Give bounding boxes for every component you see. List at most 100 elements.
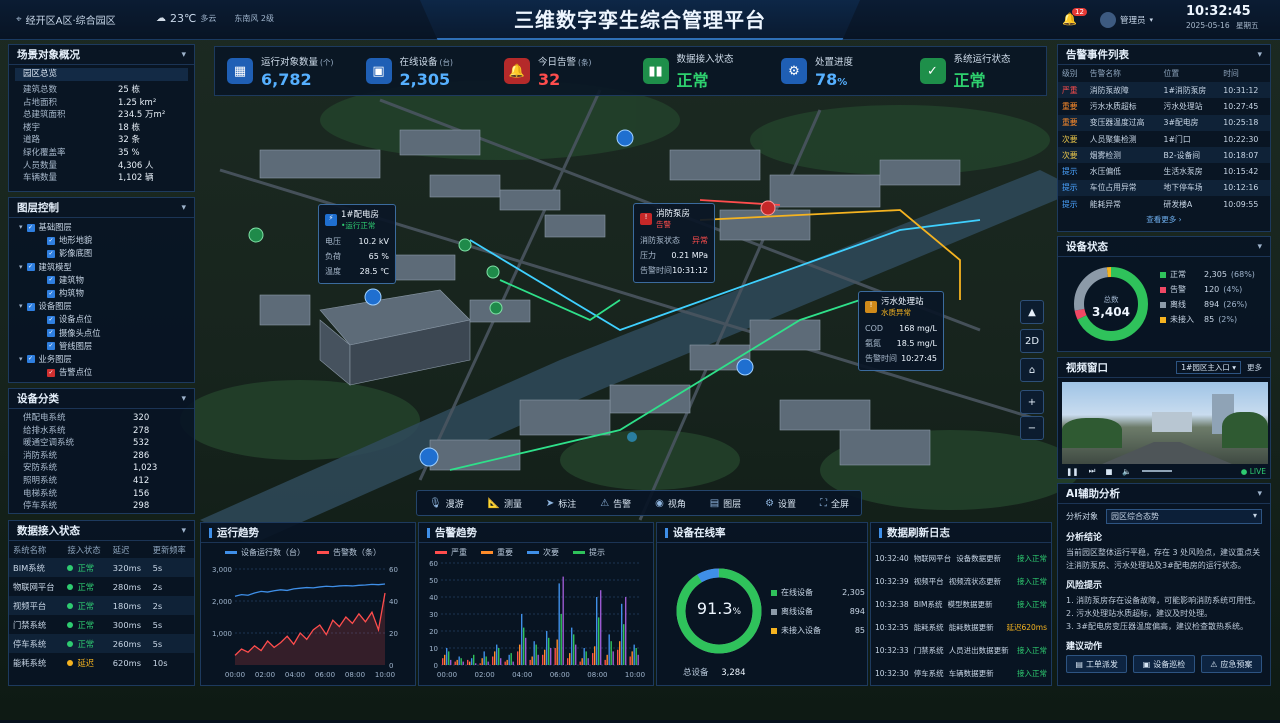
ai-target-select[interactable]: 园区综合态势 ▾: [1106, 509, 1262, 524]
layer-checkbox[interactable]: ✓: [47, 236, 55, 245]
stat-card[interactable]: 🔔 今日告警 (条) 32: [492, 47, 631, 95]
notification-button[interactable]: 🔔 12: [1062, 8, 1087, 26]
layer-item[interactable]: ✓ 告警点位: [19, 366, 194, 379]
popup-fire-pump[interactable]: ! 消防泵房 告警 消防泵状态 异常 压力 0.21 MPa 告警时间 10:31:12: [633, 203, 715, 283]
chevron-down-icon[interactable]: ▾: [181, 526, 186, 536]
next-icon[interactable]: ⏭: [1089, 466, 1096, 476]
table-row[interactable]: 提示 能耗异常 研发楼A 10:09:55: [1058, 196, 1270, 212]
device-class-row[interactable]: 暖通空调系统 532: [9, 437, 194, 450]
device-status-header[interactable]: 设备状态 ▾: [1058, 237, 1270, 257]
overview-header[interactable]: 场景对象概况 ▾: [9, 45, 194, 65]
table-row[interactable]: 重要 污水水质超标 污水处理站 10:27:45: [1058, 98, 1270, 114]
stat-card[interactable]: ⚙ 处置进度 78%: [769, 47, 908, 95]
layer-item[interactable]: ▾ ✓ 基础图层: [19, 221, 194, 234]
table-row[interactable]: 严重 消防泵故障 1#消防泵房 10:31:12: [1058, 82, 1270, 99]
device-class-row[interactable]: 安防系统 1,023: [9, 462, 194, 475]
toolbar-gear-button[interactable]: ⚙ 设置: [765, 497, 796, 510]
layer-checkbox[interactable]: ✓: [47, 342, 55, 351]
tree-toggle-icon[interactable]: ▾: [19, 261, 23, 274]
chevron-down-icon[interactable]: ▾: [181, 394, 186, 404]
stat-card[interactable]: ▮▮ 数据接入状态 正常: [631, 47, 770, 95]
toolbar-mic-button[interactable]: 🎙 漫游: [429, 497, 464, 510]
table-row[interactable]: BIM系统 正常 320ms 5s: [9, 558, 194, 577]
layer-item[interactable]: ✓ 管线图层: [19, 340, 194, 353]
layer-item[interactable]: ▾ ✓ 建筑模型: [19, 261, 194, 274]
device-class-row[interactable]: 电梯系统 156: [9, 488, 194, 501]
tree-toggle-icon[interactable]: ▾: [19, 300, 23, 313]
pause-icon[interactable]: ❚❚: [1066, 467, 1079, 476]
chevron-down-icon[interactable]: ▾: [181, 203, 186, 213]
layer-checkbox[interactable]: ✓: [26, 355, 35, 364]
layer-checkbox[interactable]: ✓: [47, 315, 55, 324]
device-class-header[interactable]: 设备分类 ▾: [9, 389, 194, 409]
device-class-row[interactable]: 消防系统 286: [9, 450, 194, 463]
toolbar-fullscreen-button[interactable]: ⛶ 全屏: [820, 497, 849, 510]
user-menu[interactable]: 管理员 ▾: [1100, 12, 1153, 28]
2d-toggle-button[interactable]: 2D: [1020, 329, 1044, 353]
data-access-header[interactable]: 数据接入状态 ▾: [9, 521, 194, 541]
zoom-in-button[interactable]: +: [1020, 390, 1044, 414]
table-row[interactable]: 提示 车位占用异常 地下停车场 10:12:16: [1058, 179, 1270, 197]
popup-sewage-station[interactable]: ! 污水处理站 水质异常 COD 168 mg/L 氨氮 18.5 mg/L 告警时间 1…: [858, 291, 944, 371]
camera-select[interactable]: 1#园区主入口 ▾: [1176, 361, 1241, 374]
table-row[interactable]: 次要 烟雾检测 B2-设备间 10:18:07: [1058, 147, 1270, 164]
table-row[interactable]: 视频平台 正常 180ms 2s: [9, 596, 194, 615]
device-class-row[interactable]: 给排水系统 278: [9, 425, 194, 438]
zoom-out-button[interactable]: −: [1020, 416, 1044, 440]
ai-header[interactable]: AI辅助分析 ▾: [1058, 484, 1270, 504]
toolbar-send-button[interactable]: ➤ 标注: [546, 497, 576, 510]
volume-icon[interactable]: 🔈: [1122, 467, 1131, 476]
toolbar-warning-button[interactable]: ⚠ 告警: [600, 497, 631, 510]
compass-button[interactable]: ▲: [1020, 300, 1044, 324]
toolbar-eye-button[interactable]: ◉ 视角: [655, 497, 686, 510]
layer-item[interactable]: ✓ 构筑物: [19, 287, 194, 300]
layer-item[interactable]: ✓ 地形地貌: [19, 234, 194, 247]
layer-item[interactable]: ▾ ✓ 业务图层: [19, 353, 194, 366]
table-row[interactable]: 提示 水压偏低 生活水泵房 10:15:42: [1058, 163, 1270, 179]
chevron-down-icon[interactable]: ▾: [1257, 489, 1262, 499]
table-row[interactable]: 停车系统 正常 260ms 5s: [9, 634, 194, 653]
layer-checkbox[interactable]: ✓: [47, 329, 55, 338]
location-selector[interactable]: ⌖ 经开区A区·综合园区: [16, 12, 116, 27]
stat-card[interactable]: ▣ 在线设备 (台) 2,305: [354, 47, 493, 95]
layer-item[interactable]: ✓ 建筑物: [19, 274, 194, 287]
tree-toggle-icon[interactable]: ▾: [19, 221, 23, 234]
toolbar-ruler-button[interactable]: 📐 测量: [488, 497, 522, 510]
layer-control-header[interactable]: 图层控制 ▾: [9, 198, 194, 218]
ai-action-button[interactable]: ▤ 工单派发: [1066, 655, 1128, 673]
layer-checkbox[interactable]: ✓: [26, 223, 35, 232]
layer-item[interactable]: ✓ 设备点位: [19, 313, 194, 326]
chevron-down-icon[interactable]: ▾: [181, 50, 186, 60]
video-feed[interactable]: [1062, 382, 1268, 464]
ai-action-button[interactable]: ⚠ 应急预案: [1200, 655, 1262, 673]
stat-card[interactable]: ▦ 运行对象数量 (个) 6,782: [215, 47, 354, 95]
layer-checkbox[interactable]: ✓: [47, 276, 55, 285]
volume-slider[interactable]: [1141, 470, 1172, 472]
chevron-down-icon[interactable]: ▾: [1257, 50, 1262, 60]
layer-checkbox[interactable]: ✓: [47, 289, 55, 298]
device-class-row[interactable]: 供配电系统 320: [9, 412, 194, 425]
home-button[interactable]: ⌂: [1020, 358, 1044, 382]
video-more-link[interactable]: 更多: [1247, 362, 1262, 373]
layer-item[interactable]: ✓ 摄像头点位: [19, 327, 194, 340]
layer-checkbox[interactable]: ✓: [26, 302, 35, 311]
toolbar-layers-button[interactable]: ▤ 图层: [710, 497, 741, 510]
layer-item[interactable]: ✓ 影像底图: [19, 247, 194, 260]
popup-power-room[interactable]: ⚡ 1#配电房 •运行正常 电压 10.2 kV 负荷 65 % 温度 28.5 ℃: [318, 204, 396, 284]
stat-card[interactable]: ✓ 系统运行状态 正常: [908, 47, 1047, 95]
ai-action-button[interactable]: ▣ 设备巡检: [1133, 655, 1195, 673]
layer-item[interactable]: ▾ ✓ 设备图层: [19, 300, 194, 313]
alarm-more-link[interactable]: 查看更多 ›: [1058, 214, 1270, 225]
table-row[interactable]: 门禁系统 正常 300ms 5s: [9, 615, 194, 634]
layer-checkbox[interactable]: ✓: [47, 249, 55, 258]
layer-checkbox[interactable]: ✓: [47, 368, 55, 377]
chevron-down-icon[interactable]: ▾: [1257, 242, 1262, 252]
layer-checkbox[interactable]: ✓: [26, 263, 35, 272]
table-row[interactable]: 能耗系统 延迟 620ms 10s: [9, 653, 194, 672]
stop-icon[interactable]: ■: [1105, 467, 1112, 476]
tree-toggle-icon[interactable]: ▾: [19, 353, 23, 366]
device-class-row[interactable]: 停车系统 298: [9, 500, 194, 513]
alarm-list-header[interactable]: 告警事件列表 ▾: [1058, 45, 1270, 65]
table-row[interactable]: 次要 人员聚集检测 1#门口 10:22:30: [1058, 131, 1270, 147]
table-row[interactable]: 重要 变压器温度过高 3#配电房 10:25:18: [1058, 114, 1270, 131]
